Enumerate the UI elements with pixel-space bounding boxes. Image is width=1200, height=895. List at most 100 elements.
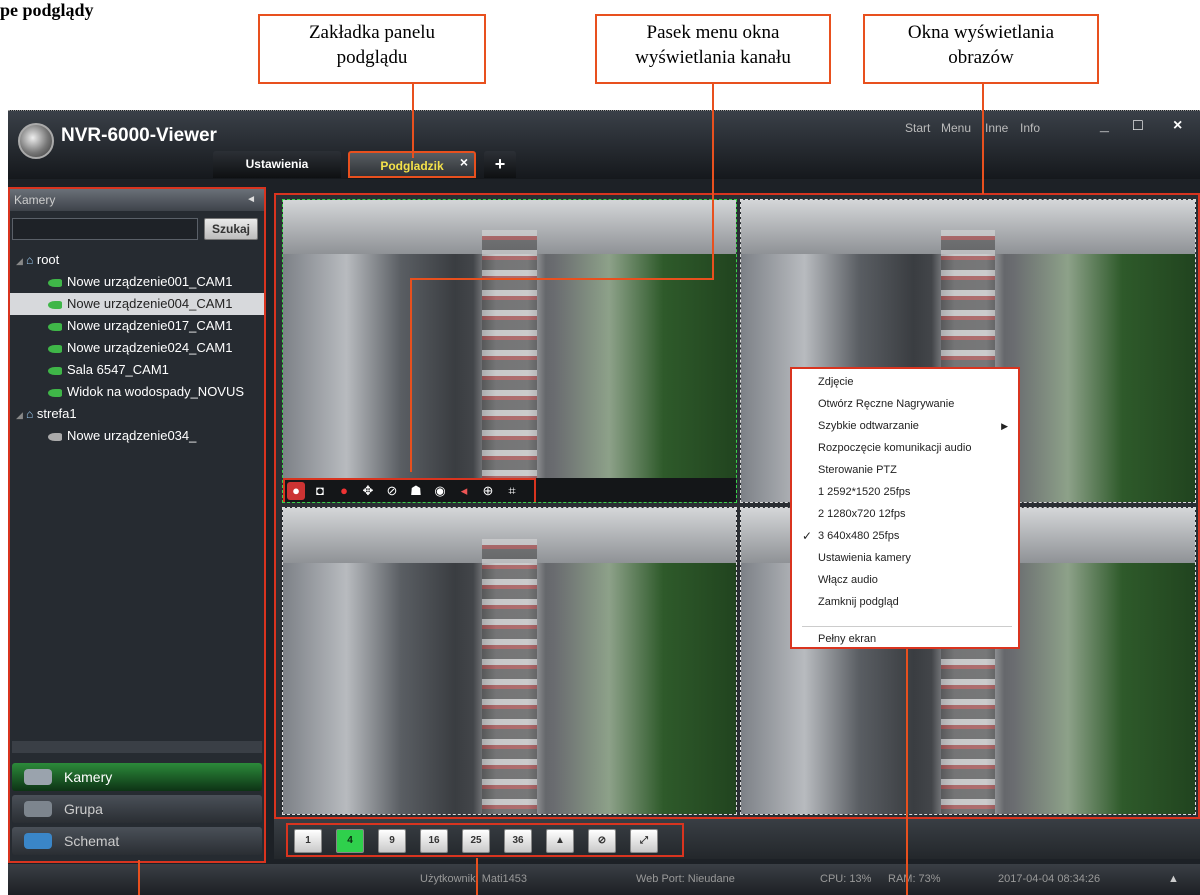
menu-item-manual-record[interactable]: Otwórz Ręczne Nagrywanie	[792, 393, 1018, 415]
menu-item-label: Otwórz Ręczne Nagrywanie	[818, 398, 955, 410]
status-ram: RAM: 73%	[888, 873, 941, 885]
tree-item-camera[interactable]: Nowe urządzenie034_	[10, 425, 264, 447]
video-pane-1[interactable]: ● ◘ ● ✥ ⊘ ☗ ◉ ◂ ⊕ ⌗	[282, 199, 737, 503]
minimize-icon[interactable]: _	[1100, 117, 1109, 135]
callout-text: Zakładka panelu	[308, 22, 436, 43]
tree-item-camera[interactable]: Nowe urządzenie001_CAM1	[10, 271, 264, 293]
add-tab-button[interactable]: +	[484, 151, 516, 178]
checkmark-icon: ✓	[802, 529, 813, 543]
tree-item-camera[interactable]: Nowe urządzenie004_CAM1	[10, 293, 264, 315]
close-icon[interactable]: ×	[1173, 117, 1182, 135]
expand-icon[interactable]: ◢	[16, 250, 26, 271]
tree-group-root[interactable]: ◢ ⌂ root	[10, 249, 264, 271]
menu-item-stream-3[interactable]: ✓ 3 640x480 25fps	[792, 525, 1018, 547]
rec-icon[interactable]: ●	[335, 482, 353, 500]
callout-line	[138, 860, 140, 895]
menu-item-audio-talk[interactable]: Rozpoczęcie komunikacji audio	[792, 437, 1018, 459]
menu-item-label: 1 2592*1520 25fps	[818, 486, 911, 498]
menu-start[interactable]: Start	[905, 121, 930, 135]
menu-separator	[802, 626, 1012, 627]
menu-info[interactable]: Info	[1020, 121, 1040, 135]
audio-icon[interactable]: ◂	[455, 482, 473, 500]
video-pane-3[interactable]	[282, 507, 737, 815]
callout-tab-panel: Zakładka panelu podglądu	[258, 14, 486, 84]
menu-item-label: 3 640x480 25fps	[818, 530, 900, 542]
nav-kamery[interactable]: Kamery	[12, 763, 262, 791]
video-image	[283, 200, 736, 502]
menu-item-enable-audio[interactable]: Włącz audio	[792, 569, 1018, 591]
home-icon: ⌂	[26, 407, 34, 421]
tree-label: strefa1	[36, 406, 77, 421]
collapse-icon[interactable]: ◄	[246, 189, 256, 211]
submenu-arrow-icon: ▶	[1001, 421, 1008, 431]
tab-ustawienia[interactable]: Ustawienia	[213, 151, 341, 178]
nav-label: Schemat	[64, 833, 120, 849]
menu-item-camera-settings[interactable]: Ustawienia kamery	[792, 547, 1018, 569]
layout-1-button[interactable]: 1	[294, 829, 322, 853]
zoom-icon[interactable]: ⊕	[479, 482, 497, 500]
menu-item-fullscreen[interactable]: Pełny ekran	[792, 628, 1018, 650]
fullscreen-icon[interactable]: ⤢	[630, 829, 658, 853]
layout-4-button[interactable]: 4	[336, 829, 364, 853]
tree-item-camera[interactable]: Nowe urządzenie024_CAM1	[10, 337, 264, 359]
layout-25-button[interactable]: 25	[462, 829, 490, 853]
eject-icon[interactable]: ▲	[546, 829, 574, 853]
callout-line	[712, 84, 714, 280]
tree-item-camera[interactable]: Nowe urządzenie017_CAM1	[10, 315, 264, 337]
video-image	[283, 508, 736, 814]
app-title: NVR-6000-Viewer	[61, 125, 217, 146]
menu-menu[interactable]: Menu	[941, 121, 971, 135]
expand-icon[interactable]: ◢	[16, 404, 26, 425]
tree-item-camera[interactable]: Widok na wodospady_NOVUS	[10, 381, 264, 403]
menu-item-label: Pełny ekran	[818, 633, 877, 645]
callout-line	[410, 278, 714, 280]
maximize-icon[interactable]: □	[1133, 117, 1143, 135]
display-area: ● ◘ ● ✥ ⊘ ☗ ◉ ◂ ⊕ ⌗	[274, 193, 1200, 819]
camera-icon[interactable]: ◉	[431, 482, 449, 500]
menu-item-close-preview[interactable]: Zamknij podgląd	[792, 591, 1018, 613]
tree-label: Nowe urządzenie024_CAM1	[67, 340, 233, 355]
talk-icon[interactable]: ☗	[407, 482, 425, 500]
menu-inne[interactable]: Inne	[985, 121, 1008, 135]
tree-label: Nowe urządzenie004_CAM1	[67, 296, 233, 311]
nav-schemat[interactable]: Schemat	[12, 827, 262, 855]
layout-36-button[interactable]: 36	[504, 829, 532, 853]
record-icon[interactable]: ●	[287, 482, 305, 500]
callout-line	[412, 84, 414, 158]
menu-item-zdjecie[interactable]: Zdjęcie	[792, 371, 1018, 393]
stop-icon[interactable]: ⊘	[383, 482, 401, 500]
app-window: NVR-6000-Viewer Start Menu Inne Info _ □…	[8, 110, 1200, 895]
callout-line	[410, 278, 412, 472]
menu-item-stream-2[interactable]: 2 1280x720 12fps	[792, 503, 1018, 525]
home-icon: ⌂	[26, 253, 34, 267]
menu-item-label: Ustawienia kamery	[818, 552, 911, 564]
close-all-icon[interactable]: ⊘	[588, 829, 616, 853]
layout-9-button[interactable]: 9	[378, 829, 406, 853]
callout-text: obrazów	[948, 47, 1014, 68]
fullscreen-icon[interactable]: ⌗	[503, 482, 521, 500]
menu-item-stream-1[interactable]: 1 2592*1520 25fps	[792, 481, 1018, 503]
tree-group-strefa1[interactable]: ◢ ⌂ strefa1	[10, 403, 264, 425]
menu-item-quick-playback[interactable]: Szybkie odtwarzanie ▶	[792, 415, 1018, 437]
snapshot-icon[interactable]: ◘	[311, 482, 329, 500]
status-datetime: 2017-04-04 08:34:26	[998, 873, 1101, 885]
ptz-icon[interactable]: ✥	[359, 482, 377, 500]
search-input[interactable]	[12, 218, 198, 240]
camera-icon	[48, 322, 62, 331]
callout-text: wyświetlania kanału	[635, 47, 791, 68]
menu-item-ptz[interactable]: Sterowanie PTZ	[792, 459, 1018, 481]
callout-menu-bar: Pasek menu okna wyświetlania kanału	[595, 14, 831, 84]
tray-arrow-icon[interactable]: ▲	[1168, 873, 1179, 885]
tab-label: Podgladzik	[380, 159, 444, 173]
camera-icon	[48, 344, 62, 353]
layout-16-button[interactable]: 16	[420, 829, 448, 853]
nav-grupa[interactable]: Grupa	[12, 795, 262, 823]
search-button[interactable]: Szukaj	[204, 218, 258, 240]
camera-icon	[48, 300, 62, 309]
tab-close-icon[interactable]: ×	[460, 149, 468, 176]
sidebar-title: Kamery	[14, 193, 56, 207]
tree-item-camera[interactable]: Sala 6547_CAM1	[10, 359, 264, 381]
menu-item-label: Rozpoczęcie komunikacji audio	[818, 442, 972, 454]
horizontal-scrollbar[interactable]	[12, 741, 262, 753]
title-bar: NVR-6000-Viewer Start Menu Inne Info _ □…	[8, 111, 1200, 179]
